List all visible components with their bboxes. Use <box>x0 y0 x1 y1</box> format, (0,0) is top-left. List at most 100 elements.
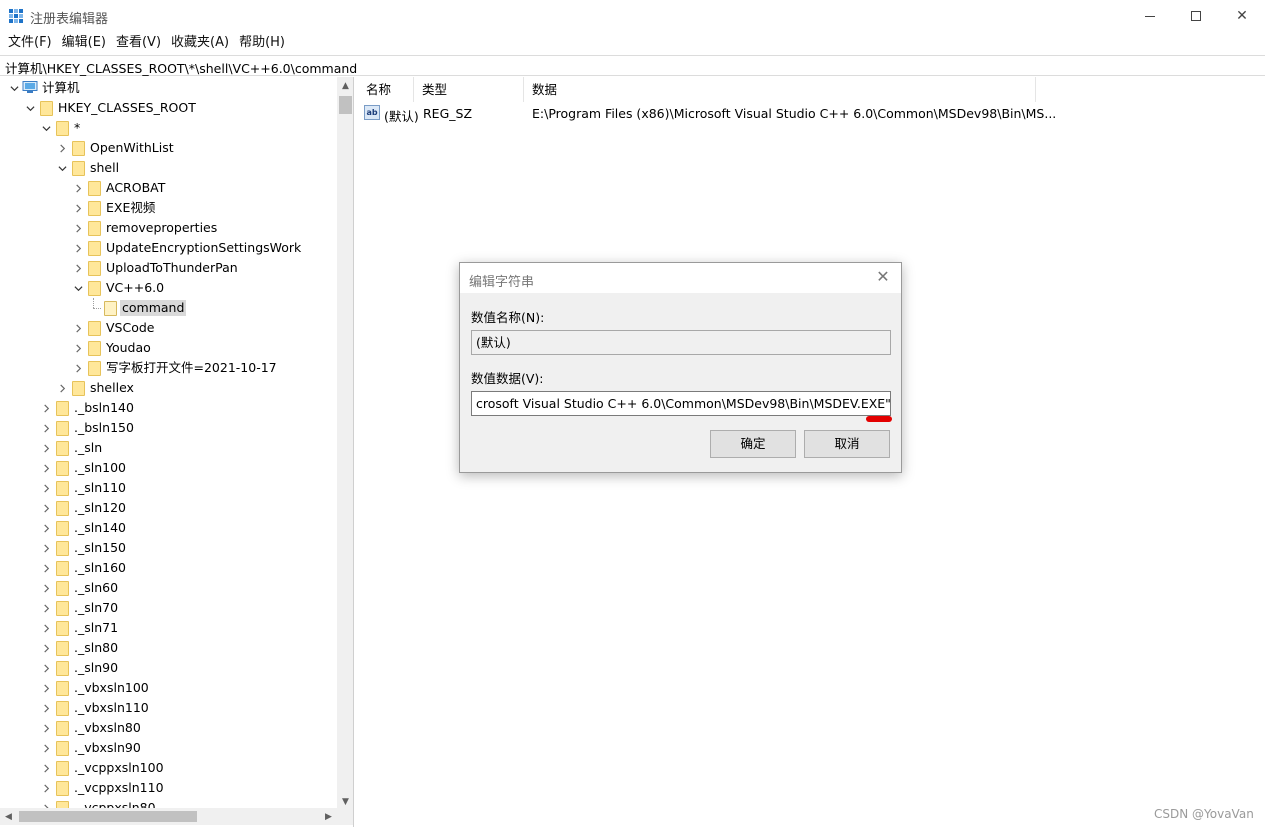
chevron-down-icon[interactable] <box>24 98 36 118</box>
tree-item[interactable]: shell <box>0 158 337 178</box>
chevron-down-icon[interactable] <box>8 78 20 98</box>
value-name: (默认) <box>384 109 419 124</box>
tree-item[interactable]: ._sln90 <box>0 658 337 678</box>
tree-item[interactable]: VC++6.0 <box>0 278 337 298</box>
folder-icon <box>56 121 69 136</box>
tree-item[interactable]: VSCode <box>0 318 337 338</box>
chevron-down-icon[interactable] <box>72 278 84 298</box>
chevron-right-icon[interactable] <box>72 338 84 358</box>
tree-item[interactable]: ._sln80 <box>0 638 337 658</box>
chevron-right-icon[interactable] <box>40 758 52 778</box>
tree-item[interactable]: UpdateEncryptionSettingsWork <box>0 238 337 258</box>
chevron-right-icon[interactable] <box>40 678 52 698</box>
chevron-right-icon[interactable] <box>72 358 84 378</box>
tree-item[interactable]: EXE视频 <box>0 198 337 218</box>
chevron-right-icon[interactable] <box>40 398 52 418</box>
tree-item[interactable]: UploadToThunderPan <box>0 258 337 278</box>
tree-item[interactable]: ._sln120 <box>0 498 337 518</box>
chevron-right-icon[interactable] <box>72 258 84 278</box>
tree-item[interactable]: * <box>0 118 337 138</box>
chevron-down-icon[interactable] <box>40 118 52 138</box>
chevron-right-icon[interactable] <box>72 198 84 218</box>
chevron-right-icon[interactable] <box>72 218 84 238</box>
chevron-right-icon[interactable] <box>40 578 52 598</box>
ok-button[interactable]: 确定 <box>710 430 796 458</box>
scroll-left-icon[interactable]: ◀ <box>0 808 17 825</box>
chevron-right-icon[interactable] <box>40 778 52 798</box>
tree-item[interactable]: ._sln100 <box>0 458 337 478</box>
chevron-down-icon[interactable] <box>56 158 68 178</box>
chevron-right-icon[interactable] <box>40 418 52 438</box>
tree-item[interactable]: ._sln110 <box>0 478 337 498</box>
menu-edit[interactable]: 编辑(E) <box>58 32 110 54</box>
menu-file[interactable]: 文件(F) <box>4 32 56 54</box>
tree-item[interactable]: ._sln150 <box>0 538 337 558</box>
tree-item[interactable]: ._sln140 <box>0 518 337 538</box>
value-data-input[interactable]: crosoft Visual Studio C++ 6.0\Common\MSD… <box>471 391 891 416</box>
chevron-right-icon[interactable] <box>40 498 52 518</box>
scroll-right-icon[interactable]: ▶ <box>320 808 337 825</box>
tree-item[interactable]: shellex <box>0 378 337 398</box>
chevron-right-icon[interactable] <box>72 238 84 258</box>
menu-view[interactable]: 查看(V) <box>112 32 165 54</box>
tree-item-label: ._sln <box>74 440 103 455</box>
tree-item[interactable]: HKEY_CLASSES_ROOT <box>0 98 337 118</box>
column-header-name[interactable]: 名称 <box>358 77 414 102</box>
tree-item[interactable]: 写字板打开文件=2021-10-17 <box>0 358 337 378</box>
chevron-right-icon[interactable] <box>40 618 52 638</box>
tree-item[interactable]: ._sln <box>0 438 337 458</box>
minimize-button[interactable] <box>1127 0 1173 32</box>
tree-item[interactable]: ._sln70 <box>0 598 337 618</box>
menu-favorites[interactable]: 收藏夹(A) <box>167 32 233 54</box>
tree-item[interactable]: ACROBAT <box>0 178 337 198</box>
tree-item[interactable]: 计算机 <box>0 78 337 98</box>
tree-item[interactable]: ._sln60 <box>0 578 337 598</box>
tree-item[interactable]: Youdao <box>0 338 337 358</box>
tree-item[interactable]: ._bsln150 <box>0 418 337 438</box>
tree-item[interactable]: ._sln71 <box>0 618 337 638</box>
chevron-right-icon[interactable] <box>40 558 52 578</box>
menu-help[interactable]: 帮助(H) <box>235 32 289 54</box>
chevron-right-icon[interactable] <box>72 178 84 198</box>
tree-item[interactable]: ._vbxsln80 <box>0 718 337 738</box>
column-header-data[interactable]: 数据 <box>524 77 1036 102</box>
chevron-right-icon[interactable] <box>40 598 52 618</box>
address-bar[interactable]: 计算机\HKEY_CLASSES_ROOT\*\shell\VC++6.0\co… <box>0 55 1265 76</box>
list-header: 名称 类型 数据 <box>358 77 1038 102</box>
tree-item[interactable]: ._vcppxsln100 <box>0 758 337 778</box>
tree-horizontal-scroll-thumb[interactable] <box>19 811 197 822</box>
chevron-right-icon[interactable] <box>40 478 52 498</box>
chevron-right-icon[interactable] <box>40 518 52 538</box>
chevron-right-icon[interactable] <box>56 138 68 158</box>
tree-item[interactable]: ._bsln140 <box>0 398 337 418</box>
chevron-right-icon[interactable] <box>40 738 52 758</box>
chevron-right-icon[interactable] <box>40 658 52 678</box>
scroll-up-icon[interactable]: ▲ <box>337 77 353 94</box>
chevron-right-icon[interactable] <box>40 438 52 458</box>
value-row[interactable]: ab (默认) REG_SZ E:\Program Files (x86)\Mi… <box>358 103 1056 124</box>
folder-icon <box>72 161 85 176</box>
tree-item[interactable]: removeproperties <box>0 218 337 238</box>
tree-horizontal-scrollbar[interactable]: ◀ ▶ <box>0 808 353 825</box>
tree-item[interactable]: ._vbxsln100 <box>0 678 337 698</box>
tree-item[interactable]: OpenWithList <box>0 138 337 158</box>
dialog-close-icon[interactable]: ✕ <box>874 269 892 287</box>
tree-item[interactable]: ._vbxsln90 <box>0 738 337 758</box>
tree-item[interactable]: ._vcppxsln110 <box>0 778 337 798</box>
tree-item[interactable]: ._vbxsln110 <box>0 698 337 718</box>
tree-item[interactable]: ._sln160 <box>0 558 337 578</box>
tree-vertical-scrollbar[interactable]: ▲ ▼ <box>337 77 353 810</box>
chevron-right-icon[interactable] <box>40 698 52 718</box>
chevron-right-icon[interactable] <box>72 318 84 338</box>
chevron-right-icon[interactable] <box>56 378 68 398</box>
tree-item[interactable]: command <box>0 298 337 318</box>
close-button[interactable]: ✕ <box>1219 0 1265 32</box>
tree-vertical-scroll-thumb[interactable] <box>339 96 352 114</box>
chevron-right-icon[interactable] <box>40 538 52 558</box>
column-header-type[interactable]: 类型 <box>414 77 524 102</box>
chevron-right-icon[interactable] <box>40 458 52 478</box>
chevron-right-icon[interactable] <box>40 638 52 658</box>
chevron-right-icon[interactable] <box>40 718 52 738</box>
maximize-button[interactable] <box>1173 0 1219 32</box>
cancel-button[interactable]: 取消 <box>804 430 890 458</box>
